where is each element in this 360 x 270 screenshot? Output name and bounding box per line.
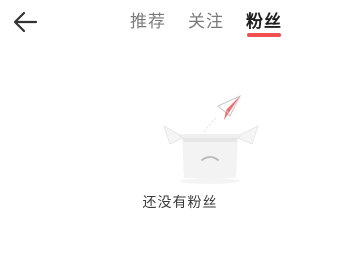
followers-screen: 推荐 关注 粉丝 还没有粉丝 (0, 0, 360, 270)
empty-box-with-paper-plane-icon (163, 94, 259, 184)
tab-recommend-label: 推荐 (130, 12, 166, 32)
tab-following-label: 关注 (188, 12, 224, 32)
tab-recommend[interactable]: 推荐 (130, 9, 166, 35)
empty-box-illustration (160, 90, 264, 186)
top-bar: 推荐 关注 粉丝 (0, 0, 360, 48)
arrow-left-icon (13, 11, 38, 33)
tab-followers-label: 粉丝 (246, 12, 282, 32)
empty-state: 还没有粉丝 (0, 90, 360, 240)
empty-message: 还没有粉丝 (142, 195, 218, 211)
back-button[interactable] (10, 6, 42, 38)
tab-followers[interactable]: 粉丝 (246, 9, 282, 37)
tab-bar: 推荐 关注 粉丝 (130, 9, 282, 37)
active-tab-indicator (247, 33, 281, 37)
tab-following[interactable]: 关注 (188, 9, 224, 35)
